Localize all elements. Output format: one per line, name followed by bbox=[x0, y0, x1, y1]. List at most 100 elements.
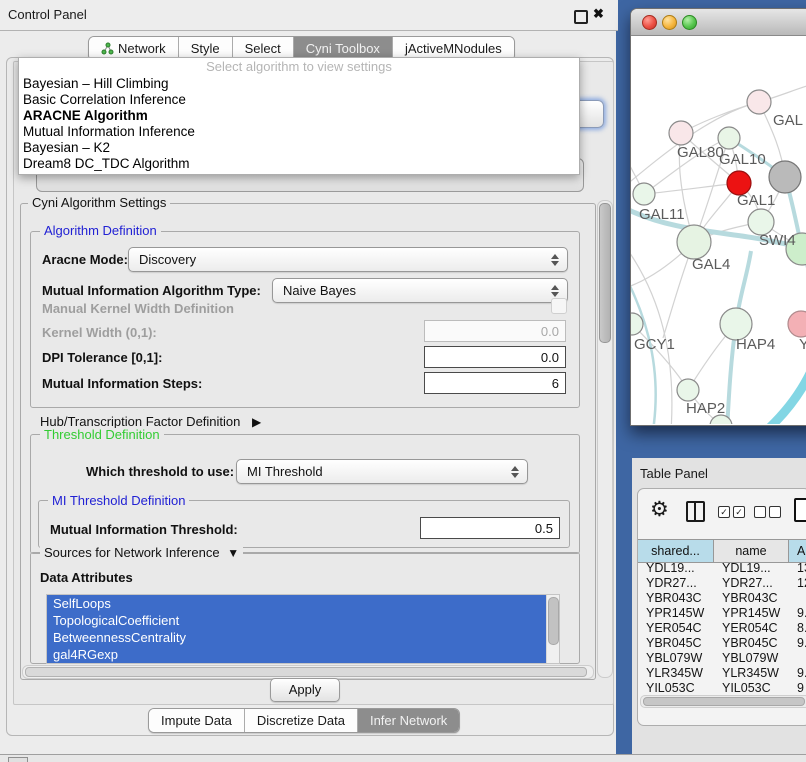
network-graph bbox=[631, 36, 806, 424]
which-threshold-combo[interactable]: MI Threshold bbox=[236, 459, 528, 484]
status-strip bbox=[0, 754, 806, 762]
mi-threshold-legend: MI Threshold Definition bbox=[48, 494, 189, 507]
horizontal-scrollbar-thumb[interactable] bbox=[25, 667, 587, 677]
document-icon[interactable] bbox=[794, 498, 806, 522]
mi-threshold-field[interactable] bbox=[420, 517, 560, 539]
popup-item-basic-correlation[interactable]: Basic Correlation Inference bbox=[19, 92, 579, 108]
column-header-shared[interactable]: shared... bbox=[638, 540, 714, 562]
spinner-icon bbox=[548, 254, 562, 266]
data-attributes-label: Data Attributes bbox=[40, 570, 133, 585]
kernel-width-field[interactable] bbox=[424, 320, 566, 342]
dpi-tolerance-field[interactable] bbox=[424, 346, 566, 368]
aracne-mode-label: Aracne Mode: bbox=[42, 252, 128, 267]
algorithm-definition-legend: Algorithm Definition bbox=[40, 224, 161, 237]
table-row[interactable]: YIL053CYIL053C9 bbox=[638, 681, 806, 693]
table-row[interactable]: YDR27...YDR27...12 bbox=[638, 576, 806, 591]
manual-kernel-width-checkbox[interactable] bbox=[551, 298, 567, 314]
close-traffic-light[interactable] bbox=[642, 15, 657, 30]
bottom-tabs: Impute Data Discretize Data Infer Networ… bbox=[148, 708, 460, 733]
select-all-checkboxes-icon[interactable]: ✓ ✓ bbox=[718, 506, 745, 518]
node-gray[interactable] bbox=[769, 161, 801, 193]
table-row[interactable]: YBR045CYBR045C9. bbox=[638, 636, 806, 651]
minimize-traffic-light[interactable] bbox=[662, 15, 677, 30]
popup-item-dream8[interactable]: Dream8 DC_TDC Algorithm bbox=[19, 156, 579, 172]
node-gal80[interactable] bbox=[669, 121, 693, 145]
tab-discretize-data[interactable]: Discretize Data bbox=[245, 709, 358, 732]
table-row[interactable]: YDL19...YDL19...13 bbox=[638, 561, 806, 576]
table-row[interactable]: YPR145WYPR145W9. bbox=[638, 606, 806, 621]
table-horizontal-scrollbar-thumb[interactable] bbox=[643, 697, 805, 706]
mi-algorithm-type-label: Mutual Information Algorithm Type: bbox=[42, 283, 261, 298]
node-y-partial[interactable] bbox=[788, 311, 806, 337]
network-icon bbox=[101, 42, 114, 55]
settings-scrollbar[interactable] bbox=[597, 200, 613, 678]
tab-infer-network[interactable]: Infer Network bbox=[358, 709, 459, 732]
node-label-gal10: GAL10 bbox=[719, 151, 766, 168]
mi-steps-field[interactable] bbox=[424, 372, 566, 394]
table-panel-window: Table Panel ⚙ ✓ ✓ shared... name A YDL19… bbox=[632, 458, 806, 754]
status-strip-button[interactable] bbox=[8, 757, 28, 762]
which-threshold-label: Which threshold to use: bbox=[86, 464, 234, 479]
tab-impute-data[interactable]: Impute Data bbox=[149, 709, 245, 732]
popup-item-aracne[interactable]: ARACNE Algorithm bbox=[19, 108, 579, 124]
popup-item-bayesian-hill-climbing[interactable]: Bayesian – Hill Climbing bbox=[19, 76, 579, 92]
which-threshold-value: MI Threshold bbox=[237, 464, 508, 479]
algorithm-dropdown-popup: Select algorithm to view settings Bayesi… bbox=[18, 57, 580, 175]
node-label-hap4: HAP4 bbox=[736, 336, 775, 353]
checked-box-icon: ✓ bbox=[718, 506, 730, 518]
list-item-topologicalcoefficient[interactable]: TopologicalCoefficient bbox=[47, 612, 547, 629]
node-label-gal-partial: GAL bbox=[773, 112, 803, 129]
deselect-all-checkboxes-icon[interactable] bbox=[754, 506, 781, 518]
column-header-name[interactable]: name bbox=[714, 540, 789, 562]
unchecked-box-icon bbox=[754, 506, 766, 518]
popup-item-bayesian-k2[interactable]: Bayesian – K2 bbox=[19, 140, 579, 156]
apply-button[interactable]: Apply bbox=[270, 678, 340, 702]
table-row[interactable]: YBR043CYBR043C bbox=[638, 591, 806, 606]
mi-algorithm-type-combo[interactable]: Naive Bayes bbox=[272, 278, 568, 303]
control-panel-titlebar bbox=[0, 0, 618, 31]
aracne-mode-combo[interactable]: Discovery bbox=[128, 247, 568, 272]
close-icon[interactable]: ✖ bbox=[593, 6, 604, 22]
popup-prompt: Select algorithm to view settings bbox=[19, 58, 579, 76]
unchecked-box-icon bbox=[769, 506, 781, 518]
list-item-betweennesscentrality[interactable]: BetweennessCentrality bbox=[47, 629, 547, 646]
network-window-titlebar[interactable] bbox=[631, 9, 806, 36]
node-label-hap2: HAP2 bbox=[686, 400, 725, 417]
zoom-traffic-light[interactable] bbox=[682, 15, 697, 30]
spinner-icon bbox=[548, 285, 562, 297]
list-item-gal4rgexp[interactable]: gal4RGexp bbox=[47, 646, 547, 663]
aracne-mode-value: Discovery bbox=[129, 252, 548, 267]
horizontal-scrollbar[interactable] bbox=[22, 665, 594, 679]
control-panel-title: Control Panel bbox=[8, 7, 87, 22]
collapsed-arrow-icon: ▶ bbox=[252, 415, 261, 429]
table-header: shared... name A bbox=[638, 539, 806, 563]
mi-threshold-label: Mutual Information Threshold: bbox=[50, 522, 238, 537]
popup-item-mutual-information[interactable]: Mutual Information Inference bbox=[19, 124, 579, 140]
table-panel-content: ⚙ ✓ ✓ shared... name A YDL19...YDL19...1… bbox=[637, 488, 806, 726]
expanded-arrow-icon: ▼ bbox=[227, 546, 239, 560]
node-label-gcy1: GCY1 bbox=[634, 336, 675, 353]
table-body: YDL19...YDL19...13 YDR27...YDR27...12 YB… bbox=[638, 561, 806, 693]
attributes-scrollbar-thumb[interactable] bbox=[548, 597, 559, 645]
sources-legend[interactable]: Sources for Network Inference ▼ bbox=[40, 546, 243, 560]
node-gal-partial[interactable] bbox=[747, 90, 771, 114]
column-header-partial[interactable]: A bbox=[789, 540, 806, 562]
float-window-icon[interactable] bbox=[574, 10, 588, 24]
gear-icon[interactable]: ⚙ bbox=[650, 497, 669, 522]
node-gal4[interactable] bbox=[677, 225, 711, 259]
table-row[interactable]: YLR345WYLR345W9. bbox=[638, 666, 806, 681]
node-gal11[interactable] bbox=[633, 183, 655, 205]
checked-box-icon: ✓ bbox=[733, 506, 745, 518]
manual-kernel-width-label: Manual Kernel Width Definition bbox=[42, 301, 234, 316]
table-row[interactable]: YER054CYER054C8. bbox=[638, 621, 806, 636]
attributes-scrollbar[interactable] bbox=[546, 595, 559, 663]
settings-scrollbar-thumb[interactable] bbox=[599, 203, 611, 343]
node-hap2[interactable] bbox=[677, 379, 699, 401]
table-row[interactable]: YBL079WYBL079W bbox=[638, 651, 806, 666]
table-horizontal-scrollbar[interactable] bbox=[640, 695, 806, 708]
column-layout-icon[interactable] bbox=[686, 501, 705, 522]
spinner-icon bbox=[508, 466, 522, 478]
network-canvas[interactable]: GAL GAL80 GAL10 GAL1 GAL11 SWI4 GAL4 GCY… bbox=[631, 36, 806, 424]
list-item-selfloops[interactable]: SelfLoops bbox=[47, 595, 547, 612]
threshold-definition-legend: Threshold Definition bbox=[40, 428, 164, 441]
